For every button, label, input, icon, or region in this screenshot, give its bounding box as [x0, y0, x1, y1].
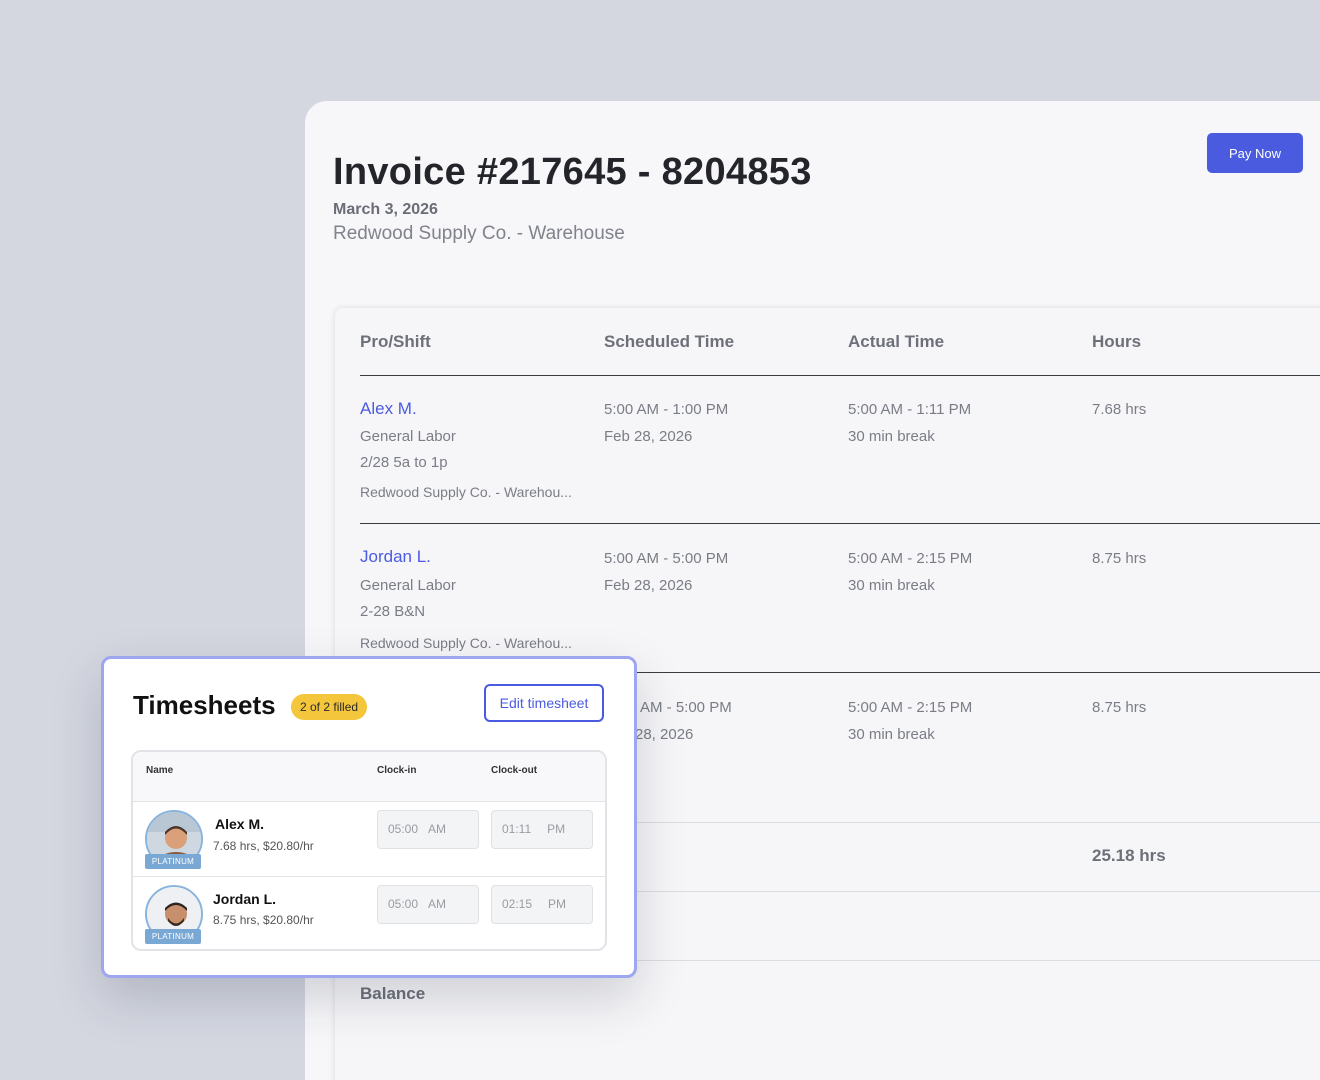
timesheets-table: Name Clock-in Clock-out PLATINUM Alex M.… — [131, 750, 607, 951]
row-hours: 8.75 hrs — [1092, 699, 1147, 716]
timesheet-pro-name: Alex M. — [215, 816, 265, 832]
break-duration: 30 min break — [848, 428, 935, 445]
scheduled-date: Feb 28, 2026 — [604, 577, 693, 594]
scheduled-date: 28, 2026 — [635, 726, 694, 743]
clock-out-ampm: PM — [547, 822, 566, 836]
tier-badge: PLATINUM — [145, 929, 201, 944]
clock-out-input[interactable]: 02:15 PM — [491, 885, 593, 924]
row-hours: 8.75 hrs — [1092, 550, 1147, 567]
timesheets-title: Timesheets — [133, 690, 276, 720]
clock-out-ampm: PM — [548, 897, 567, 911]
clock-in-ampm: AM — [428, 897, 447, 911]
break-duration: 30 min break — [848, 577, 935, 594]
scheduled-time: AM - 5:00 PM — [640, 699, 732, 716]
table-row: PLATINUM Alex M. 7.68 hrs, $20.80/hr 05:… — [133, 802, 605, 877]
timesheet-pro-meta: 8.75 hrs, $20.80/hr — [213, 913, 314, 927]
shift-location: Redwood Supply Co. - Warehou... — [360, 635, 572, 651]
header-hours: Hours — [1092, 332, 1142, 351]
timesheet-pro-name: Jordan L. — [213, 891, 277, 907]
pro-name-link[interactable]: Jordan L. — [360, 547, 431, 566]
pro-role: General Labor — [360, 577, 456, 594]
actual-time: 5:00 AM - 2:15 PM — [848, 699, 973, 716]
timesheets-table-header: Name Clock-in Clock-out — [133, 752, 605, 802]
header-pro-shift: Pro/Shift — [360, 332, 431, 351]
shift-name: 2-28 B&N — [360, 603, 426, 620]
pro-name-link[interactable]: Alex M. — [360, 399, 417, 418]
header-actual-time: Actual Time — [848, 332, 945, 351]
clock-out-time: 02:15 — [502, 897, 533, 911]
invoice-company: Redwood Supply Co. - Warehouse — [333, 223, 625, 244]
total-hours: 25.18 hrs — [1092, 846, 1166, 865]
clock-in-input[interactable]: 05:00 AM — [377, 885, 479, 924]
actual-time: 5:00 AM - 2:15 PM — [848, 550, 973, 567]
column-name: Name — [146, 765, 174, 776]
clock-out-input[interactable]: 01:11 PM — [491, 810, 593, 849]
clock-in-time: 05:00 — [388, 897, 419, 911]
scheduled-date: Feb 28, 2026 — [604, 428, 693, 445]
clock-in-input[interactable]: 05:00 AM — [377, 810, 479, 849]
column-clock-out: Clock-out — [491, 765, 538, 776]
header-divider — [360, 375, 1320, 376]
timesheets-card: Timesheets 2 of 2 filled Edit timesheet … — [101, 656, 637, 978]
pay-now-button[interactable]: Pay Now — [1207, 133, 1303, 173]
clock-in-time: 05:00 — [388, 822, 419, 836]
table-row: PLATINUM Jordan L. 8.75 hrs, $20.80/hr 0… — [133, 877, 605, 949]
row-divider — [360, 523, 1320, 524]
pro-role: General Labor — [360, 428, 456, 445]
header-scheduled-time: Scheduled Time — [604, 332, 735, 351]
timesheet-pro-meta: 7.68 hrs, $20.80/hr — [213, 839, 314, 853]
shift-name: 2/28 5a to 1p — [360, 454, 448, 471]
invoice-date: March 3, 2026 — [333, 201, 438, 218]
scheduled-time: 5:00 AM - 1:00 PM — [604, 401, 729, 418]
edit-timesheet-button[interactable]: Edit timesheet — [484, 684, 604, 722]
row-hours: 7.68 hrs — [1092, 401, 1147, 418]
invoice-title: Invoice #217645 - 8204853 — [333, 151, 812, 193]
shift-location: Redwood Supply Co. - Warehou... — [360, 484, 572, 500]
balance-label: Balance — [360, 984, 426, 1003]
tier-badge: PLATINUM — [145, 854, 201, 869]
clock-in-ampm: AM — [428, 822, 447, 836]
actual-time: 5:00 AM - 1:11 PM — [848, 401, 972, 418]
scheduled-time: 5:00 AM - 5:00 PM — [604, 550, 729, 567]
column-clock-in: Clock-in — [377, 765, 417, 776]
filled-status-badge: 2 of 2 filled — [291, 694, 368, 720]
break-duration: 30 min break — [848, 726, 935, 743]
clock-out-time: 01:11 — [502, 822, 532, 836]
